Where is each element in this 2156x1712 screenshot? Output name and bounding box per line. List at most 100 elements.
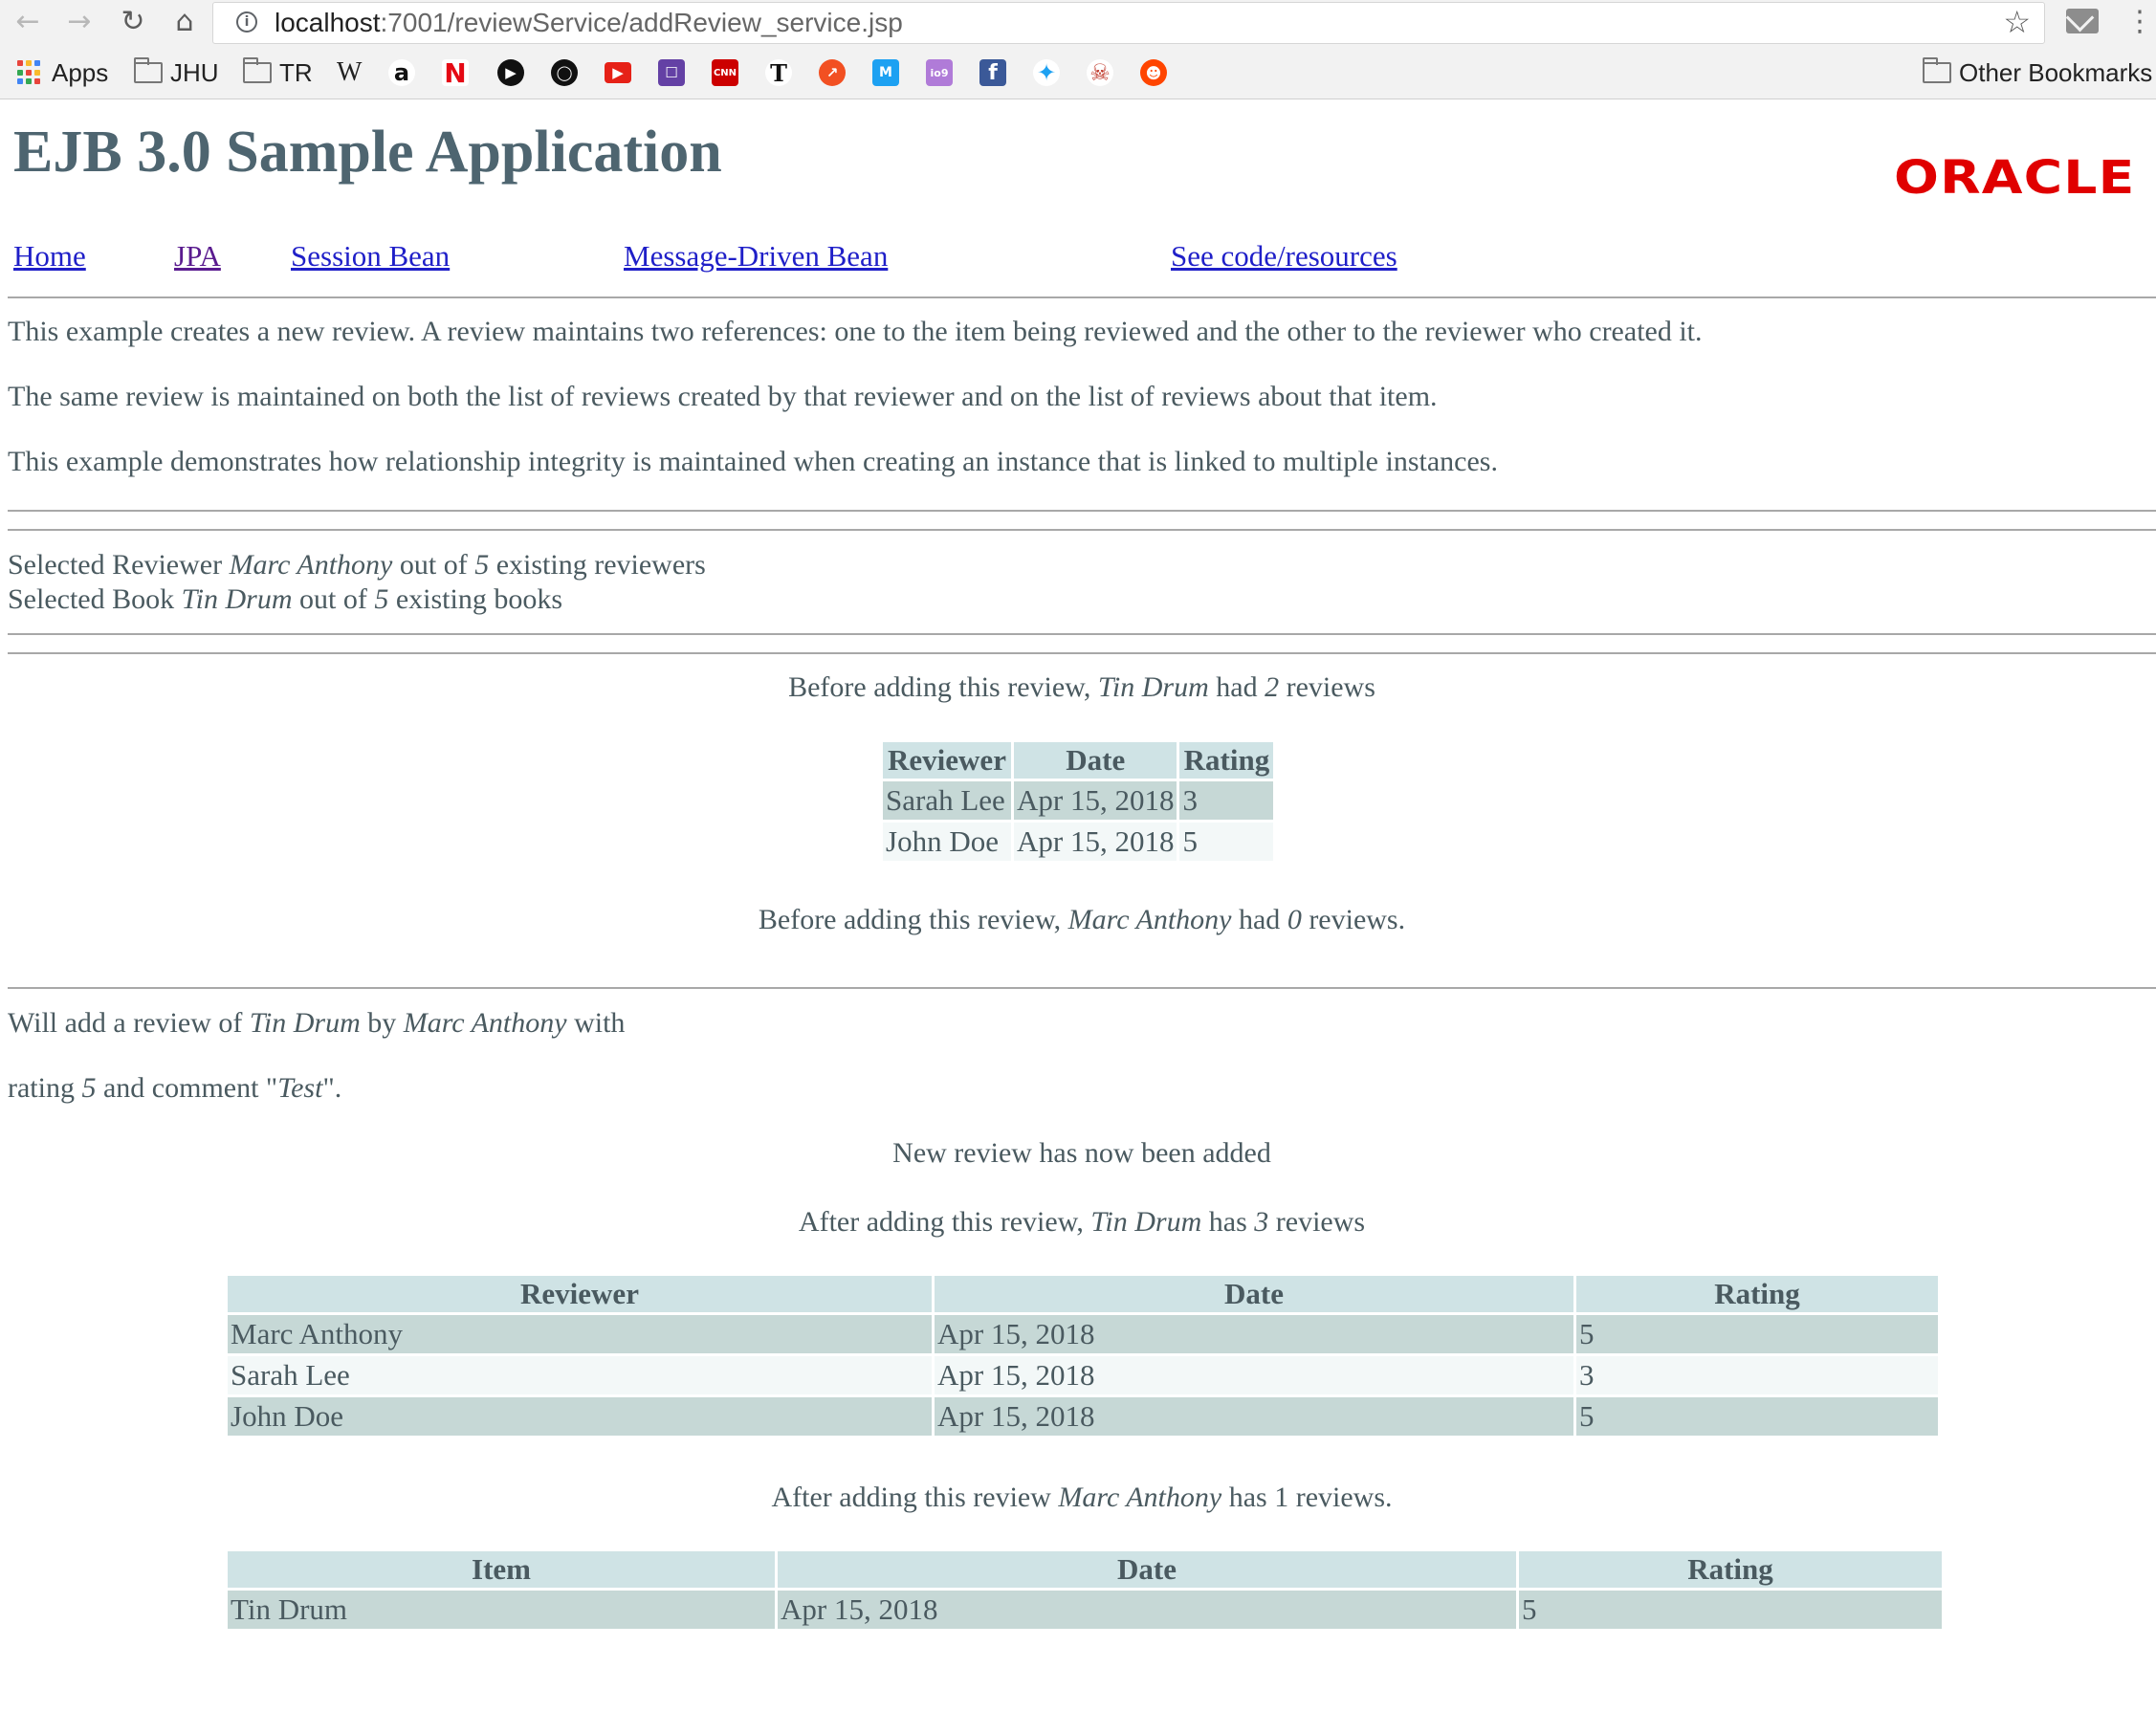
selected-reviewer-line: Selected Reviewer Marc Anthony out of 5 … [8,549,706,582]
text: After adding this review, [798,1206,1091,1238]
divider [8,296,2156,298]
facebook-icon: f [979,59,1006,86]
divider [8,633,2156,635]
forward-icon[interactable]: → [63,6,96,38]
bookmark-jhu[interactable]: JHU [134,57,219,88]
nav-mdb-link[interactable]: Message-Driven Bean [624,239,888,274]
bookmark-wikipedia[interactable]: W [337,57,362,88]
nav-session-bean-link[interactable]: Session Bean [291,239,450,274]
bookmark-trending[interactable]: ↗ [819,57,846,88]
after-reviews-table: Reviewer Date Rating Marc Anthony Apr 15… [225,1273,1941,1438]
after-item-summary: After adding this review, Tin Drum has 3… [0,1206,2156,1239]
url-text[interactable]: localhost:7001/reviewService/addReview_s… [275,6,903,40]
column-header: Reviewer [883,742,1011,779]
folder-icon [134,57,163,83]
table-header-row: Reviewer Date Rating [883,742,1274,779]
folder-icon [1923,57,1951,83]
table-cell: 5 [1519,1591,1942,1629]
url-path: :7001/reviewService/addReview_service.js… [380,8,903,37]
url-host: localhost [275,8,381,37]
reddit-icon: ☻ [1140,59,1167,86]
bookmark-facebook[interactable]: f [979,57,1006,88]
table-row: Marc Anthony Apr 15, 2018 5 [228,1315,1938,1353]
text: and comment " [96,1072,278,1104]
text: Selected Reviewer [8,549,230,581]
selected-book-name: Tin Drum [181,583,293,615]
bookmark-twitter[interactable]: ✦ [1033,57,1060,88]
bookmark-reddit[interactable]: ☻ [1140,57,1167,88]
table-cell: 5 [1576,1397,1938,1436]
bookmark-amazon[interactable]: a [388,57,415,88]
nytimes-icon: T [765,59,792,87]
selected-book-line: Selected Book Tin Drum out of 5 existing… [8,583,562,616]
back-icon[interactable]: ← [11,6,44,38]
table-cell: Tin Drum [228,1591,775,1629]
address-bar[interactable]: i localhost:7001/reviewService/addReview… [212,2,2045,44]
text: by [360,1007,404,1039]
reviewer-name: Marc Anthony [403,1007,567,1039]
bookmark-nytimes[interactable]: T [765,57,792,88]
bookmark-apps[interactable]: Apps [17,57,108,88]
bookmark-io9[interactable]: io9 [926,57,953,88]
column-header: Item [228,1551,775,1588]
text: has 1 reviews. [1221,1482,1393,1513]
bookmark-netflix[interactable]: N [442,57,469,89]
reload-icon[interactable]: ↻ [117,6,149,38]
play-icon: ▶ [497,59,524,86]
table-cell: John Doe [228,1397,932,1436]
before-reviewer-summary: Before adding this review, Marc Anthony … [0,904,2156,936]
menu-icon[interactable]: ⋮ [2125,6,2154,38]
table-row: Tin Drum Apr 15, 2018 5 [228,1591,1942,1629]
bookmark-twitch[interactable]: ☐ [658,57,685,88]
item-name: Tin Drum [1090,1206,1202,1238]
bookmark-record[interactable]: ◯ [551,57,578,88]
text: reviews. [1301,904,1406,935]
intro-paragraph-3: This example demonstrates how relationsh… [8,446,1498,477]
table-cell: Apr 15, 2018 [1014,781,1177,820]
twitter-icon: ✦ [1033,59,1060,86]
alien-icon: ☠ [1087,59,1113,86]
divider [8,529,2156,531]
folder-icon [243,57,272,83]
mail-icon[interactable] [2066,9,2099,33]
bookmark-play[interactable]: ▶ [497,57,524,88]
book-count: 5 [374,583,389,615]
io9-icon: io9 [926,59,953,86]
bookmark-other[interactable]: Other Bookmarks [1923,57,2152,88]
bookmark-tr[interactable]: TR [243,57,313,88]
comment-value: Test [277,1072,323,1104]
page-title: EJB 3.0 Sample Application [13,120,722,185]
column-header: Rating [1576,1276,1938,1312]
rating-value: 5 [81,1072,97,1104]
text: Before adding this review, [788,671,1098,703]
text: Will add a review of [8,1007,250,1039]
item-name: Tin Drum [249,1007,361,1039]
table-row: Sarah Lee Apr 15, 2018 3 [883,781,1274,820]
info-icon[interactable]: i [236,11,257,33]
table-cell: Sarah Lee [228,1356,932,1394]
reviewer-name: Marc Anthony [1058,1482,1222,1513]
home-icon[interactable]: ⌂ [168,6,201,38]
table-cell: Apr 15, 2018 [935,1356,1573,1394]
bookmark-cnn[interactable]: CNN [712,57,738,88]
bookmark-medium[interactable]: M [872,57,899,88]
column-header: Reviewer [228,1276,932,1312]
nav-home-link[interactable]: Home [13,239,86,274]
nav-code-link[interactable]: See code/resources [1171,239,1397,274]
text: reviews [1268,1206,1366,1238]
wikipedia-icon: W [337,57,363,87]
bookmark-youtube[interactable]: ▶ [605,57,631,88]
review-count: 2 [1265,671,1280,703]
review-count: 3 [1254,1206,1269,1238]
medium-icon: M [872,59,899,86]
text: has [1201,1206,1255,1238]
star-icon[interactable]: ☆ [2003,4,2031,40]
bookmark-alien[interactable]: ☠ [1087,57,1113,88]
text: with [566,1007,626,1039]
table-cell: Apr 15, 2018 [778,1591,1516,1629]
nav-jpa-link[interactable]: JPA [174,239,221,274]
selected-reviewer-name: Marc Anthony [229,549,393,581]
netflix-icon: N [442,57,469,89]
text: out of [292,583,375,615]
table-cell: 5 [1179,823,1274,861]
